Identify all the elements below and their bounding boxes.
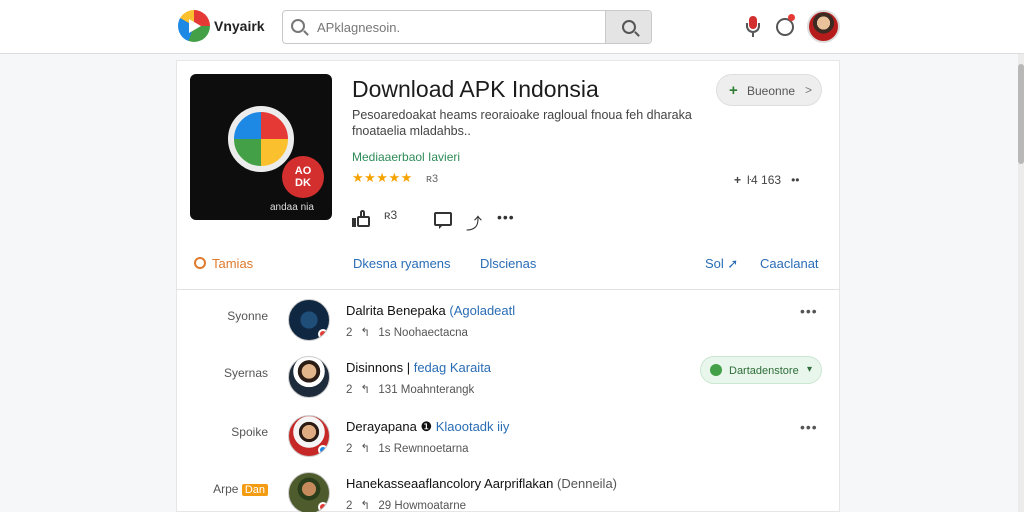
search-icon: [291, 19, 305, 33]
plus-icon: +: [729, 82, 738, 99]
developer-link[interactable]: Mediaaerbaol Iavieri: [352, 150, 460, 164]
list-item[interactable]: Syonne Dalrita Benepaka (Agoladeatl 2 ↰ 1s…: [176, 299, 840, 357]
brand-logo-icon[interactable]: [178, 10, 210, 42]
row-meta: 2 ↰ 29 Howmoatarne: [346, 500, 466, 512]
row-meta: 2 ↰ 1s Noohaectacna: [346, 327, 468, 339]
row-category: Spoike: [231, 425, 268, 439]
reply-icon: ↰: [360, 384, 371, 396]
row-meta: 2 ↰ 131 Moahnterangk: [346, 384, 475, 396]
row-link[interactable]: fedag Karaita: [414, 360, 491, 375]
row-meta: 2 ↰ 1s Rewnnoetarna: [346, 443, 469, 455]
clock-icon: [194, 257, 206, 269]
share-icon[interactable]: ⤴: [466, 210, 482, 234]
avatar[interactable]: [288, 415, 330, 457]
tab-discussions[interactable]: Dkesna ryamens: [353, 256, 451, 271]
tab-bar: Tamias Dkesna ryamens Dlscienas Sol ➚ Ca…: [176, 240, 840, 290]
row-name: Dalrita Benepaka (Agoladeatl: [346, 303, 516, 318]
tab-disciples[interactable]: Dlscienas: [480, 256, 536, 271]
search-box[interactable]: [282, 10, 652, 44]
status-badge: [318, 329, 328, 339]
chevron-right-icon: >: [805, 83, 813, 97]
avatar[interactable]: [288, 472, 330, 512]
row-category: Syernas: [223, 366, 268, 380]
user-avatar[interactable]: [807, 10, 840, 43]
list-item[interactable]: Arpe Dan Hanekasseaaflancolory Aarprifla…: [176, 472, 840, 512]
list-item[interactable]: Syernas Disinnons | fedag Karaita 2 ↰ 131 …: [176, 356, 840, 414]
avatar[interactable]: [288, 299, 330, 341]
more-icon[interactable]: •••: [800, 303, 818, 319]
app-description: Pesoaredoakat heams reoraioake ragloual …: [352, 108, 692, 138]
reply-icon: ↰: [360, 443, 371, 455]
row-category: Syonne: [227, 309, 268, 323]
search-button[interactable]: [605, 11, 651, 43]
follow-label: Bueonne: [747, 84, 796, 98]
brand-name[interactable]: Vnyairk: [214, 18, 265, 34]
reply-icon: ↰: [360, 500, 371, 512]
search-input[interactable]: [317, 11, 601, 43]
row-link[interactable]: Klaootadk iiy: [436, 419, 510, 434]
app-title: Download APK Indonsia: [352, 76, 599, 102]
plus-icon[interactable]: +: [734, 173, 741, 187]
sort-icon: ➚: [727, 256, 739, 271]
sort-button[interactable]: Sol ➚: [705, 256, 738, 272]
store-button[interactable]: Dartadenstore ▾: [700, 356, 822, 384]
follow-button[interactable]: + Bueonne >: [716, 74, 822, 106]
wheel-icon: [228, 106, 294, 172]
rating-stars: ★★★★★: [352, 170, 413, 185]
stats-text: ŀ4 163: [747, 173, 782, 187]
row-category: Arpe Dan: [176, 482, 268, 496]
row-link[interactable]: (Denneila): [557, 476, 617, 491]
comment-icon[interactable]: [434, 212, 452, 229]
app-icon-caption: andaa nia: [270, 202, 314, 213]
row-link[interactable]: (Agoladeatl: [449, 303, 515, 318]
list-item[interactable]: Spoike Derayapana ❶ Klaootadk iiy 2 ↰ 1s R…: [176, 415, 840, 473]
more-icon[interactable]: ••: [791, 173, 799, 187]
category-tag: Dan: [241, 484, 268, 496]
mic-icon[interactable]: [744, 16, 762, 38]
app-icon-badge: AO DK: [282, 156, 324, 198]
scrollbar-thumb[interactable]: [1018, 64, 1024, 164]
tab-topics[interactable]: Tamias: [194, 256, 253, 271]
cancel-link[interactable]: Caaclanat: [760, 256, 819, 271]
row-name: Hanekasseaaflancolory Aarpriflakan (Denn…: [346, 476, 618, 491]
status-badge: [318, 445, 328, 455]
app-icon: AO DK andaa nia: [190, 74, 332, 220]
rating-count: ʀ3: [426, 173, 439, 185]
row-name: Derayapana ❶ Klaootadk iiy: [346, 419, 510, 434]
more-icon[interactable]: •••: [497, 209, 515, 225]
top-bar: Vnyairk: [0, 0, 1024, 54]
notification-icon[interactable]: [776, 14, 795, 36]
search-icon: [622, 20, 636, 34]
app-stats: + ŀ4 163 ••: [734, 173, 799, 187]
chevron-down-icon: ▾: [807, 364, 813, 375]
status-badge: [318, 502, 328, 512]
like-count: ʀ3: [384, 208, 398, 222]
notification-dot: [788, 14, 795, 21]
avatar[interactable]: [288, 356, 330, 398]
reply-icon: ↰: [360, 327, 371, 339]
more-icon[interactable]: •••: [800, 419, 818, 435]
thumbs-up-icon[interactable]: [352, 210, 372, 228]
store-icon: [710, 364, 722, 376]
row-name: Disinnons | fedag Karaita: [346, 360, 492, 375]
